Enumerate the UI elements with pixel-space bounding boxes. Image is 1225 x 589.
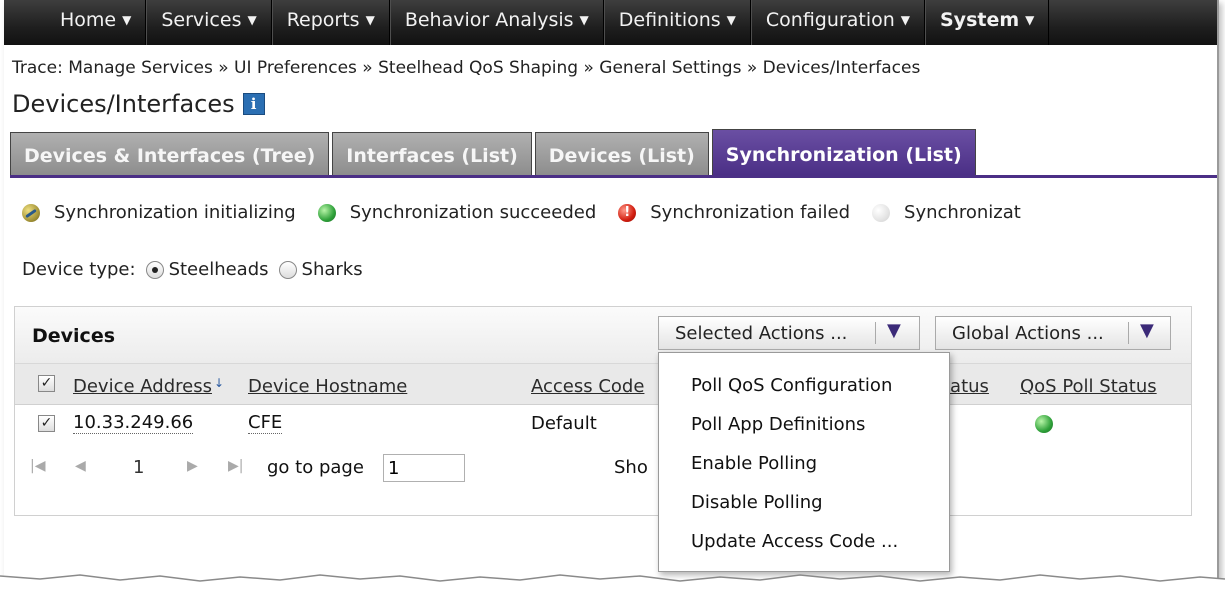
last-page-icon[interactable]: ▶| <box>228 458 243 474</box>
radio-sharks[interactable] <box>278 260 297 279</box>
nav-definitions[interactable]: Definitions ▼ <box>603 0 751 45</box>
go-to-page-label: go to page <box>267 457 364 478</box>
nav-system[interactable]: System ▼ <box>925 0 1050 45</box>
selected-actions-button[interactable]: Selected Actions ... ▼ <box>658 316 920 350</box>
legend-succeeded: Synchronization succeeded <box>317 202 597 223</box>
tab-devices-interfaces-tree[interactable]: Devices & Interfaces (Tree) <box>10 132 330 175</box>
legend-label: Synchronizat <box>904 202 1021 223</box>
chevron-down-icon: ▼ <box>122 13 132 27</box>
nav-definitions-label: Definitions <box>618 9 721 31</box>
radio-steelheads-label[interactable]: Steelheads <box>169 259 269 280</box>
page-title-text: Devices/Interfaces <box>12 90 235 118</box>
tab-interfaces-list[interactable]: Interfaces (List) <box>332 132 532 175</box>
device-type-selector: Device type: Steelheads Sharks <box>22 259 363 280</box>
sync-succeeded-icon <box>1035 415 1053 433</box>
sync-legend: Synchronization initializing Synchroniza… <box>22 202 1043 223</box>
chevron-down-icon: ▼ <box>1025 13 1035 27</box>
chevron-down-icon: ▼ <box>247 13 257 27</box>
cell-access-code: Default <box>531 413 597 434</box>
tab-synchronization-list[interactable]: Synchronization (List) <box>711 129 976 175</box>
menu-disable-polling[interactable]: Disable Polling <box>691 492 823 513</box>
app-window: Home ▼ Services ▼ Reports ▼ Behavior Analys… <box>4 0 1219 584</box>
global-actions-label: Global Actions ... <box>952 323 1104 344</box>
menu-poll-app-definitions[interactable]: Poll App Definitions <box>691 414 865 435</box>
nav-services[interactable]: Services ▼ <box>146 0 272 45</box>
nav-reports[interactable]: Reports ▼ <box>271 0 390 45</box>
first-page-icon[interactable]: |◀ <box>30 458 45 474</box>
legend-label: Synchronization failed <box>650 202 851 223</box>
sort-desc-icon: ↓ <box>213 376 225 390</box>
nav-services-label: Services <box>161 9 242 31</box>
legend-label: Synchronization initializing <box>54 202 296 223</box>
legend-unknown: Synchronizat <box>872 202 1021 223</box>
nav-reports-label: Reports <box>286 9 360 31</box>
selected-actions-label: Selected Actions ... <box>675 323 848 344</box>
selected-actions-menu: Poll QoS Configuration Poll App Definiti… <box>658 352 950 572</box>
sync-succeeded-icon <box>317 203 336 222</box>
chevron-down-icon: ▼ <box>579 13 589 27</box>
top-nav: Home ▼ Services ▼ Reports ▼ Behavior Analys… <box>4 0 1217 45</box>
nav-configuration[interactable]: Configuration ▼ <box>750 0 925 45</box>
sync-failed-icon: ! <box>618 203 637 222</box>
chevron-down-icon: ▼ <box>726 13 736 27</box>
nav-home-label: Home <box>60 9 117 31</box>
menu-update-access-code[interactable]: Update Access Code ... <box>691 531 898 552</box>
page-size-label: Sho <box>614 457 648 478</box>
devices-panel-title: Devices <box>32 325 116 347</box>
row-checkbox[interactable]: ✓ <box>38 415 55 432</box>
sync-unknown-icon <box>872 203 891 222</box>
info-icon[interactable]: i <box>242 93 265 115</box>
next-page-icon[interactable]: ▶ <box>187 458 198 474</box>
sync-initializing-icon <box>22 203 40 222</box>
nav-system-label: System <box>940 9 1020 31</box>
nav-home[interactable]: Home ▼ <box>4 0 147 45</box>
device-type-label: Device type: <box>22 259 136 280</box>
button-divider <box>1128 322 1129 344</box>
legend-initializing: Synchronization initializing <box>22 202 296 223</box>
legend-failed: ! Synchronization failed <box>618 202 850 223</box>
tab-bar: Devices & Interfaces (Tree) Interfaces (… <box>10 129 979 175</box>
col-device-hostname[interactable]: Device Hostname <box>248 376 407 397</box>
menu-enable-polling[interactable]: Enable Polling <box>691 453 817 474</box>
tab-devices-list[interactable]: Devices (List) <box>534 132 709 175</box>
nav-configuration-label: Configuration <box>765 9 895 31</box>
legend-label: Synchronization succeeded <box>349 202 597 223</box>
devices-panel-header: Devices Selected Actions ... ▼ Global Ac… <box>15 307 1191 364</box>
menu-poll-qos-configuration[interactable]: Poll QoS Configuration <box>691 375 892 396</box>
radio-sharks-label[interactable]: Sharks <box>302 259 363 280</box>
nav-behavior-analysis[interactable]: Behavior Analysis ▼ <box>389 0 604 45</box>
current-page: 1 <box>133 457 145 478</box>
col-device-address[interactable]: Device Address ↓ <box>73 376 224 397</box>
breadcrumb: Trace: Manage Services » UI Preferences … <box>12 58 921 78</box>
select-all-checkbox[interactable]: ✓ <box>38 375 55 392</box>
button-divider <box>875 322 876 344</box>
go-to-page-input[interactable] <box>383 454 465 482</box>
cell-device-hostname[interactable]: CFE <box>248 413 283 434</box>
global-actions-button[interactable]: Global Actions ... ▼ <box>935 316 1171 350</box>
chevron-down-icon: ▼ <box>1140 320 1154 341</box>
nav-behavior-analysis-label: Behavior Analysis <box>404 9 574 31</box>
pagination: |◀ ◀ 1 ▶ ▶| go to page Sho <box>15 448 1191 488</box>
chevron-down-icon: ▼ <box>900 13 910 27</box>
col-access-code[interactable]: Access Code <box>531 376 644 397</box>
chevron-down-icon: ▼ <box>887 320 901 341</box>
col-qos-poll-status[interactable]: QoS Poll Status <box>1020 376 1157 397</box>
page-title: Devices/Interfaces i <box>12 90 265 118</box>
prev-page-icon[interactable]: ◀ <box>75 458 86 474</box>
cell-device-address[interactable]: 10.33.249.66 <box>73 413 194 434</box>
col-device-address-label: Device Address <box>73 376 212 397</box>
torn-edge-decoration <box>0 574 1225 589</box>
tab-divider <box>10 175 1217 178</box>
chevron-down-icon: ▼ <box>365 13 375 27</box>
devices-table-header: ✓ Device Address ↓ Device Hostname Access… <box>15 364 1191 405</box>
radio-steelheads[interactable] <box>145 260 164 279</box>
devices-panel: Devices Selected Actions ... ▼ Global Ac… <box>14 306 1192 516</box>
